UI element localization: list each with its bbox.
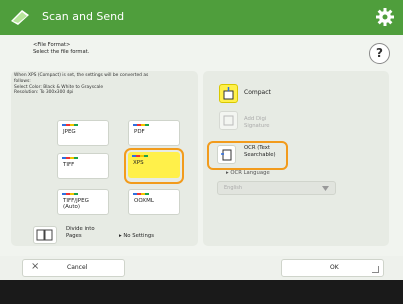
format-label: TIFF/JPEG (Auto) — [63, 198, 89, 210]
signature-label-line: Add Digi — [244, 116, 267, 122]
color-bar-icon — [133, 193, 149, 195]
color-bar-icon — [62, 124, 78, 126]
format-label: PDF — [134, 129, 145, 135]
cancel-button[interactable]: × Cancel — [22, 259, 125, 277]
gear-icon[interactable] — [375, 7, 395, 27]
format-label: TIFF — [63, 162, 75, 168]
format-ooxml-button[interactable]: OOXML — [128, 189, 180, 215]
ocr-language-value: English — [224, 185, 243, 191]
page-title: Scan and Send — [42, 10, 125, 23]
cancel-label: Cancel — [67, 264, 88, 271]
signature-label-line: Signature — [244, 123, 270, 129]
compact-label: Compact — [244, 89, 271, 96]
selection-highlight — [207, 141, 288, 170]
ok-button[interactable]: OK — [281, 259, 384, 277]
divide-status: ▸ No Settings — [119, 233, 154, 239]
color-bar-icon — [62, 193, 78, 195]
divide-into-pages-label: Divide into Pages — [66, 226, 95, 240]
ocr-language-select[interactable]: English — [217, 181, 336, 195]
breadcrumb: <File Format> — [33, 42, 71, 48]
corner-icon — [372, 266, 379, 273]
help-button[interactable]: ? — [369, 43, 390, 64]
status-text: No Settings — [123, 233, 154, 239]
format-tiff-button[interactable]: TIFF — [57, 153, 109, 179]
close-icon: × — [31, 261, 40, 272]
format-label: JPEG — [63, 129, 76, 135]
divide-into-pages-button[interactable] — [33, 226, 57, 244]
chevron-down-icon — [322, 186, 329, 191]
instructions: <File Format> Select the file format. — [33, 42, 89, 56]
ok-label: OK — [330, 264, 339, 271]
ocr-language-text: OCR Language — [230, 170, 270, 176]
divide-label-line: Pages — [66, 233, 82, 239]
format-tiff-jpeg-button[interactable]: TIFF/JPEG (Auto) — [57, 189, 109, 215]
compact-toggle[interactable] — [219, 84, 238, 103]
compact-icon — [223, 87, 234, 100]
info-line: Resolution: To 300x300 dpi — [14, 90, 74, 96]
add-signature-toggle[interactable] — [219, 111, 238, 130]
color-bar-icon — [62, 157, 78, 159]
format-pdf-button[interactable]: PDF — [128, 120, 180, 146]
format-jpeg-button[interactable]: JPEG — [57, 120, 109, 146]
divide-label-line: Divide into — [66, 226, 95, 232]
scanner-icon — [11, 10, 29, 25]
title-bar: Scan and Send — [0, 0, 403, 35]
ocr-language-label: ▸ OCR Language — [226, 170, 270, 176]
add-signature-label: Add Digi Signature — [244, 116, 270, 130]
help-icon: ? — [376, 46, 383, 60]
selection-highlight — [124, 148, 184, 184]
xps-compact-info: When XPS (Compact) is set, the settings … — [14, 73, 194, 96]
color-bar-icon — [133, 124, 149, 126]
format-label: OOXML — [134, 198, 154, 204]
divide-pages-icon — [36, 229, 53, 241]
signature-icon — [223, 115, 234, 126]
instruction-text: Select the file format. — [33, 49, 90, 55]
format-label-line: (Auto) — [63, 204, 81, 210]
